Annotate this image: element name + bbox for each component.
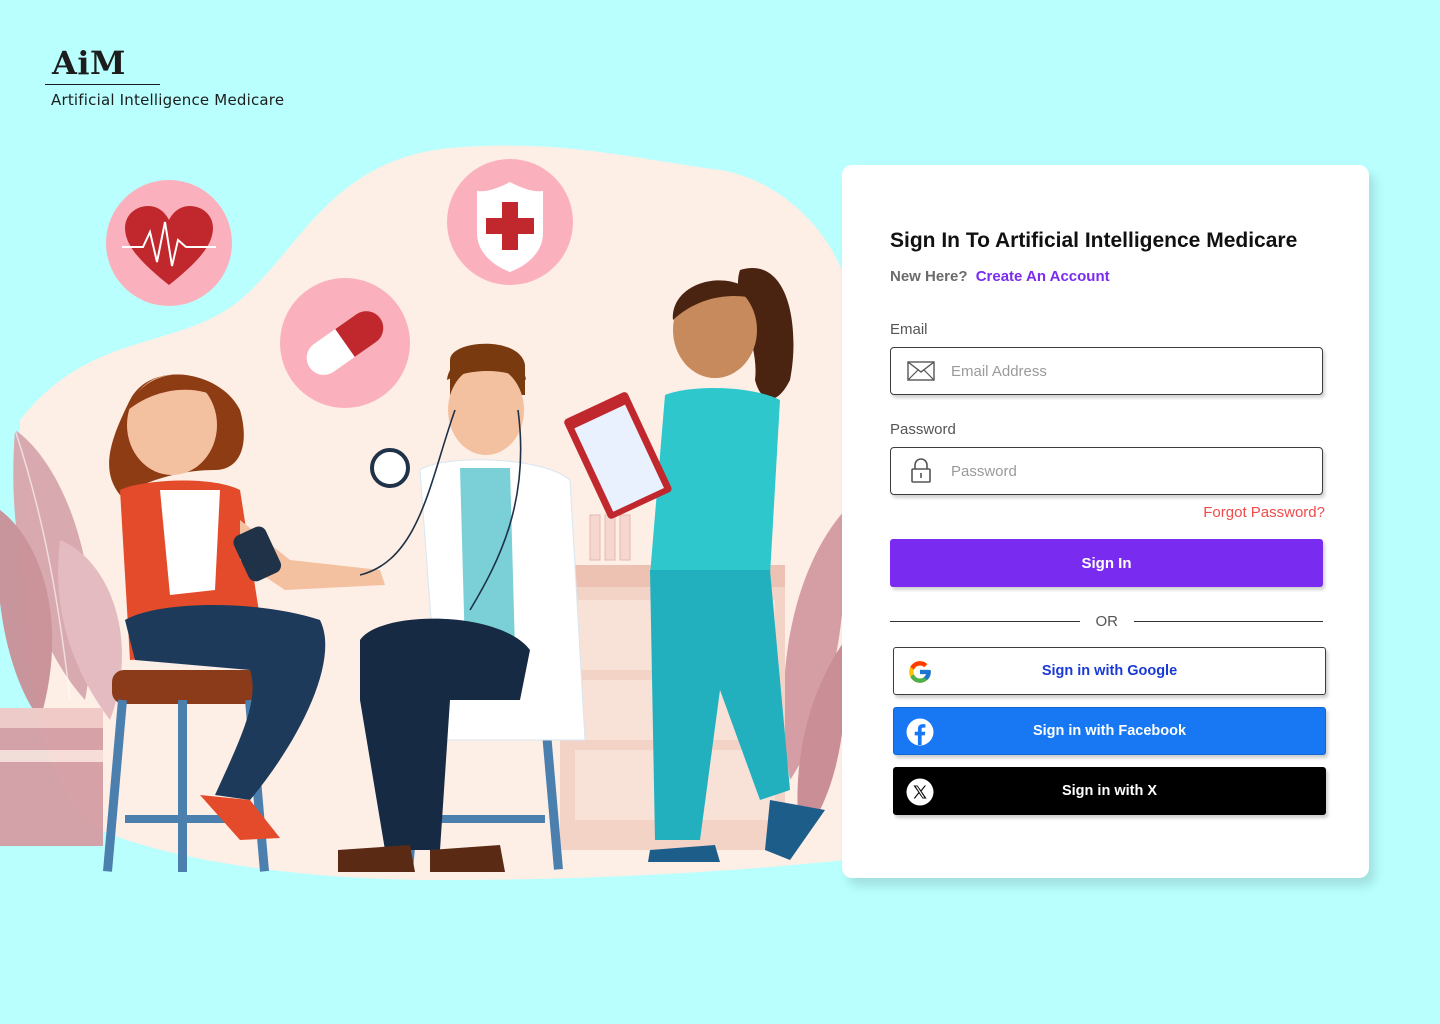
facebook-signin-button[interactable]: Sign in with Facebook bbox=[893, 707, 1326, 755]
new-here-text: New Here? bbox=[890, 268, 968, 285]
lock-icon bbox=[891, 458, 951, 484]
x-signin-button[interactable]: Sign in with X bbox=[893, 767, 1326, 815]
brand-logo[interactable]: AiM bbox=[45, 44, 160, 85]
facebook-icon bbox=[906, 718, 934, 746]
email-field[interactable] bbox=[890, 347, 1323, 395]
or-text: OR bbox=[1095, 612, 1119, 630]
email-input[interactable] bbox=[951, 348, 1322, 394]
signin-title: Sign In To Artificial Intelligence Medic… bbox=[890, 229, 1298, 252]
pill-capsule-icon bbox=[280, 278, 410, 408]
brand-tagline: Artificial Intelligence Medicare bbox=[51, 91, 285, 109]
password-input[interactable] bbox=[951, 448, 1322, 494]
password-field[interactable] bbox=[890, 447, 1323, 495]
heart-rate-icon bbox=[106, 180, 232, 306]
envelope-icon bbox=[891, 361, 951, 381]
doctor-consultation-illustration bbox=[0, 145, 846, 881]
forgot-password-link[interactable]: Forgot Password? bbox=[1203, 504, 1325, 521]
brand: AiM Artificial Intelligence Medicare bbox=[45, 44, 284, 109]
google-signin-label: Sign in with Google bbox=[1041, 663, 1178, 679]
email-label: Email bbox=[890, 321, 928, 338]
create-account-link[interactable]: Create An Account bbox=[976, 268, 1110, 285]
medical-shield-icon bbox=[447, 159, 573, 285]
google-signin-button[interactable]: Sign in with Google bbox=[893, 647, 1326, 695]
divider-line-right bbox=[1133, 620, 1323, 622]
facebook-signin-label: Sign in with Facebook bbox=[1032, 723, 1187, 739]
or-divider: OR bbox=[890, 611, 1323, 631]
signin-card: Sign In To Artificial Intelligence Medic… bbox=[842, 165, 1369, 878]
divider-line-left bbox=[890, 620, 1080, 622]
x-signin-label: Sign in with X bbox=[1061, 783, 1158, 799]
google-icon bbox=[906, 658, 934, 686]
signin-button[interactable]: Sign In bbox=[890, 539, 1323, 587]
signup-prompt: New Here? Create An Account bbox=[890, 268, 1110, 285]
password-label: Password bbox=[890, 421, 956, 438]
x-logo-icon bbox=[906, 778, 934, 806]
